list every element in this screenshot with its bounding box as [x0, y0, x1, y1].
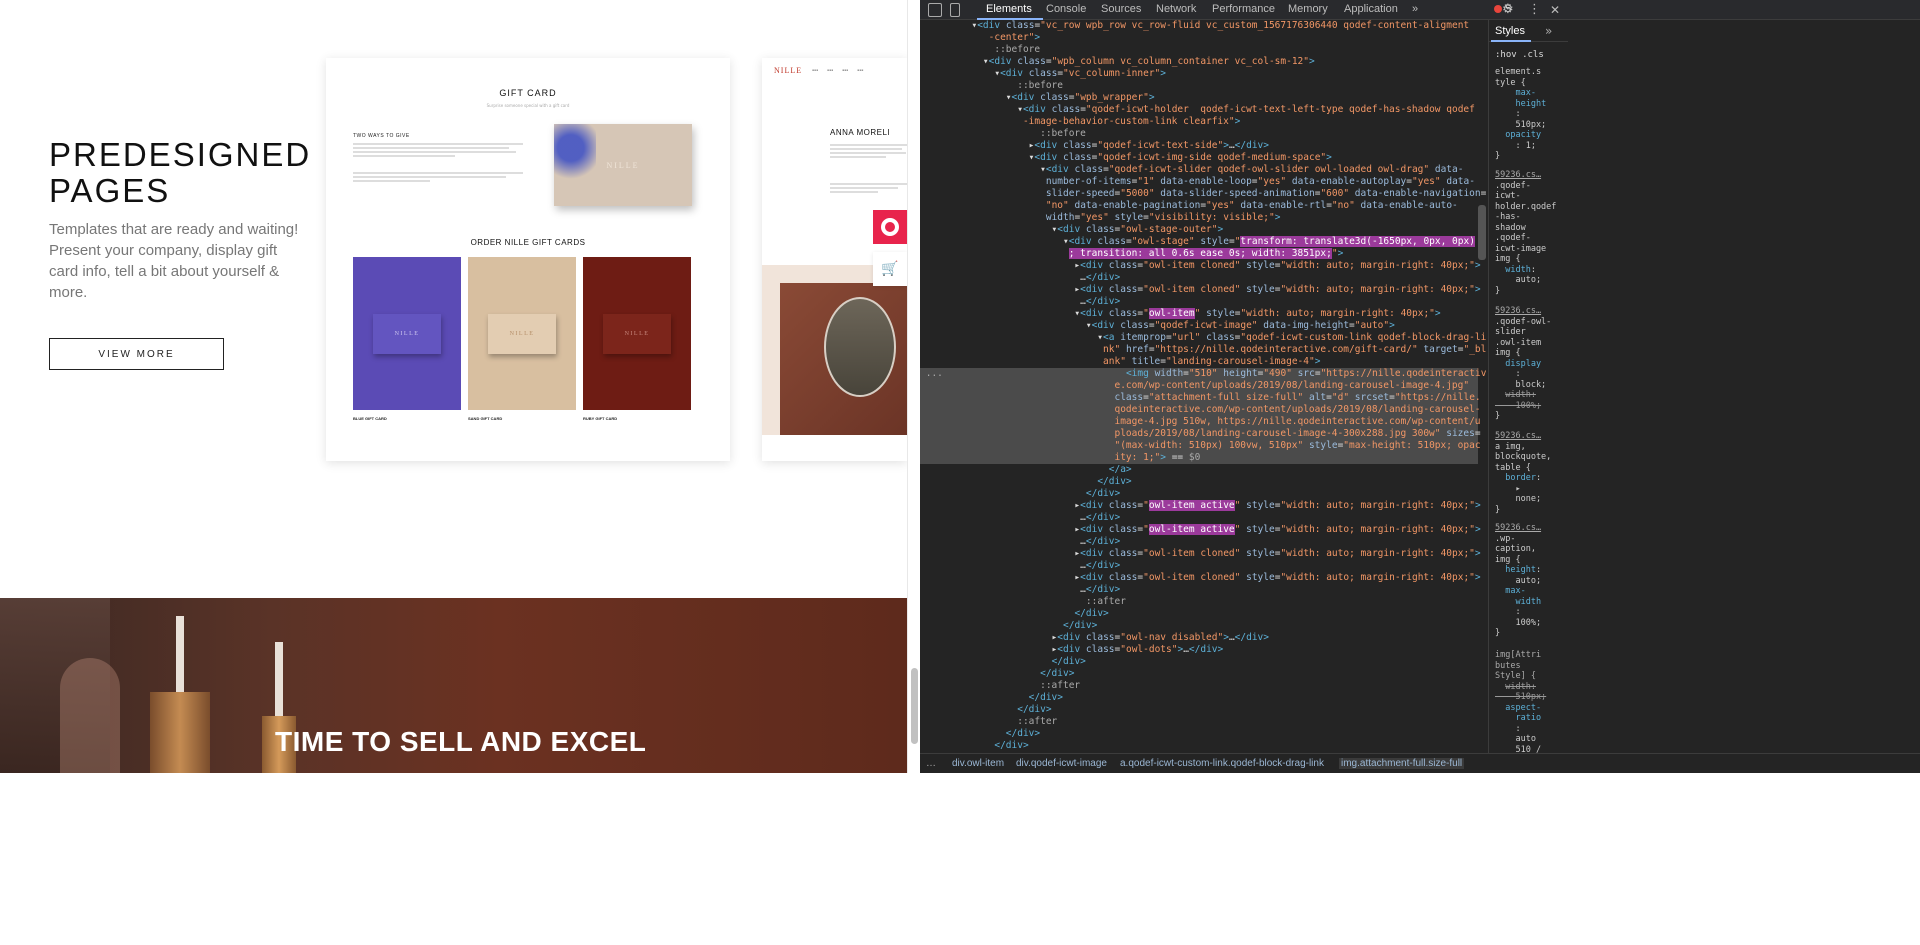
- product-name: BLUE GIFT CARD: [353, 416, 387, 421]
- blank-area: [920, 773, 1920, 945]
- product-name: SAND GIFT CARD: [468, 416, 503, 421]
- product-box-brand: NILLE: [373, 313, 441, 354]
- breadcrumb-more-icon[interactable]: …: [926, 758, 936, 769]
- product-image: NILLE: [353, 257, 461, 410]
- text-placeholder-lines: [830, 183, 907, 195]
- hero-banner: TIME TO SELL AND EXCEL: [0, 598, 907, 773]
- gift-box-image: NILLE: [554, 124, 692, 206]
- breadcrumb-item[interactable]: div.owl-item: [952, 758, 1004, 769]
- text-placeholder-lines: [830, 144, 907, 160]
- device-toolbar-icon[interactable]: [950, 3, 960, 17]
- page-scrollbar[interactable]: [907, 0, 920, 773]
- blank-area: [0, 773, 920, 945]
- tab-performance[interactable]: Performance: [1212, 3, 1275, 15]
- inspect-element-icon[interactable]: [928, 3, 942, 17]
- styles-more-button[interactable]: »: [1545, 24, 1552, 38]
- text-placeholder-lines: [353, 143, 523, 159]
- devtools-panel: Elements Console Sources Network Perform…: [920, 0, 1920, 945]
- product-name: RUBY GIFT CARD: [583, 416, 618, 421]
- two-ways-title: TWO WAYS TO GIVE: [353, 133, 410, 139]
- text-placeholder-lines: [353, 172, 523, 184]
- product-box-brand: NILLE: [603, 313, 671, 354]
- gift-box-brand: NILLE: [606, 160, 640, 170]
- tab-memory[interactable]: Memory: [1288, 3, 1328, 15]
- breadcrumb-item[interactable]: div.qodef-icwt-image: [1016, 758, 1107, 769]
- chat-widget-button[interactable]: [873, 210, 907, 244]
- candle-image: [275, 642, 283, 722]
- product-card[interactable]: NILLE BLUE GIFT CARD: [353, 257, 461, 421]
- section-heading: PREDESIGNED PAGES: [49, 137, 311, 209]
- section-description: Templates that are ready and waiting! Pr…: [49, 221, 299, 301]
- devtools-toolbar: Elements Console Sources Network Perform…: [920, 0, 1920, 20]
- close-icon[interactable]: ✕: [1550, 3, 1560, 17]
- view-more-button[interactable]: VIEW MORE: [49, 338, 224, 370]
- gift-card-page-preview[interactable]: GIFT CARD Surprise someone special with …: [326, 58, 730, 461]
- kebab-menu-icon[interactable]: ⋮: [1528, 2, 1541, 17]
- gear-icon[interactable]: ⚙: [1502, 2, 1514, 17]
- styles-pane[interactable]: Styles » :hov .cls element.s tyle { max-…: [1488, 20, 1568, 773]
- product-box-brand: NILLE: [488, 313, 556, 354]
- heading-line-1: PREDESIGNED: [49, 136, 312, 173]
- about-name: ANNA MORELI: [830, 128, 891, 137]
- error-icon: [1494, 5, 1502, 14]
- heading-line-2: PAGES: [49, 172, 171, 209]
- breadcrumb-item[interactable]: a.qodef-icwt-custom-link.qodef-block-dra…: [1120, 758, 1324, 769]
- product-image: NILLE: [468, 257, 576, 410]
- tab-application[interactable]: Application: [1344, 3, 1398, 15]
- tab-sources[interactable]: Sources: [1101, 3, 1141, 15]
- cart-icon: 🛒: [881, 261, 899, 277]
- breadcrumb-item-selected[interactable]: img.attachment-full.size-full: [1339, 758, 1465, 769]
- hero-title: TIME TO SELL AND EXCEL: [275, 726, 647, 757]
- candle-image: [176, 616, 184, 696]
- cart-widget-button[interactable]: 🛒: [873, 252, 907, 286]
- candle-holder-image: [150, 692, 210, 773]
- styles-tabs: Styles »: [1489, 20, 1568, 42]
- elements-scrollbar[interactable]: [1478, 205, 1486, 260]
- product-card[interactable]: NILLE SAND GIFT CARD: [468, 257, 576, 421]
- dom-breadcrumb: … div.owl-item div.qodef-icwt-image a.qo…: [920, 753, 1920, 773]
- styles-filter[interactable]: :hov .cls: [1495, 50, 1544, 60]
- gift-card-subtitle: Surprise someone special with a gift car…: [486, 103, 570, 108]
- preview-nav: ▪▪▪ ▪▪▪ ▪▪▪ ▪▪▪: [812, 68, 864, 72]
- tab-elements[interactable]: Elements: [986, 3, 1032, 15]
- product-card[interactable]: NILLE RUBY GIFT CARD: [583, 257, 691, 421]
- tab-network[interactable]: Network: [1156, 3, 1196, 15]
- order-gift-cards-title: ORDER NILLE GIFT CARDS: [470, 238, 586, 247]
- gift-card-title: GIFT CARD: [499, 88, 557, 98]
- glass-vase-image: [60, 658, 120, 773]
- product-image: NILLE: [583, 257, 691, 410]
- more-tabs-button[interactable]: »: [1412, 3, 1418, 15]
- nille-logo: NILLE: [774, 66, 803, 75]
- scrollbar-thumb[interactable]: [911, 668, 918, 744]
- tab-styles[interactable]: Styles: [1495, 25, 1525, 37]
- about-image-box: [762, 265, 907, 435]
- tab-console[interactable]: Console: [1046, 3, 1086, 15]
- elements-tree[interactable]: ▾<div class="vc_row wpb_row vc_row-fluid…: [920, 20, 1488, 755]
- interior-photo: [780, 283, 907, 435]
- chat-icon: [881, 218, 899, 236]
